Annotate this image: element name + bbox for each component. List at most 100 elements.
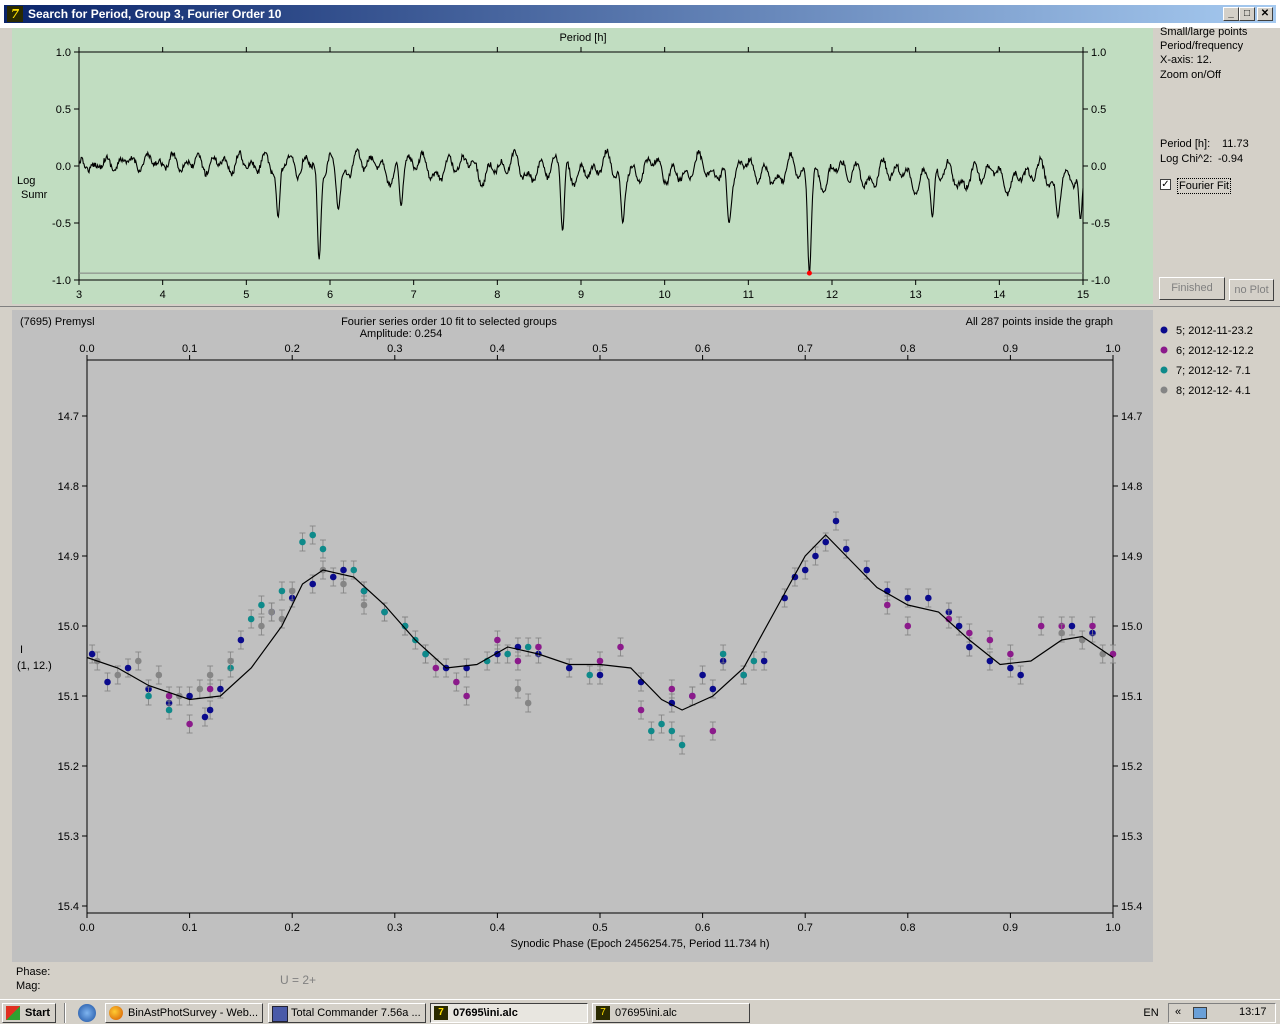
data-point: [586, 671, 594, 679]
object-label: (7695) Premysl: [20, 316, 95, 328]
data-point: [904, 594, 912, 602]
window-title: Search for Period, Group 3, Fourier Orde…: [28, 7, 282, 21]
y-tick-label-right: 14.9: [1121, 551, 1142, 563]
data-point: [812, 552, 819, 560]
data-point: [381, 608, 388, 616]
data-point: [340, 580, 347, 588]
data-point: [760, 657, 768, 665]
x-tick-label: 11: [743, 289, 754, 301]
data-point: [1007, 664, 1014, 672]
x-tick-label: 9: [578, 289, 584, 301]
maximize-button[interactable]: □: [1239, 7, 1255, 21]
task-total-commander[interactable]: Total Commander 7.56a ...: [268, 1003, 426, 1023]
x-tick-label: 0.9: [1003, 922, 1018, 934]
data-point: [524, 699, 532, 707]
data-point: [114, 671, 122, 679]
y-tick-label-right: -0.5: [1091, 218, 1110, 230]
app-icon[interactable]: 7: [7, 6, 23, 22]
data-point: [319, 545, 327, 553]
x-tick-label: 4: [160, 289, 166, 301]
data-point: [104, 678, 111, 686]
menu-period-frequency[interactable]: Period/frequency: [1160, 39, 1243, 53]
x-tick-label: 6: [327, 289, 333, 301]
close-button[interactable]: ✕: [1257, 7, 1273, 21]
x-tick-label-top: 0.0: [79, 343, 94, 355]
periodogram-ylabel-line2: Sumr: [21, 189, 48, 201]
data-point: [966, 629, 973, 637]
x-tick-label-top: 0.7: [798, 343, 813, 355]
x-tick-label-top: 0.5: [592, 343, 607, 355]
data-point: [432, 664, 440, 672]
data-point: [268, 608, 275, 616]
menu-zoom[interactable]: Zoom on/Off: [1160, 68, 1221, 82]
y-tick-label: -1.0: [52, 275, 71, 287]
data-point: [740, 671, 747, 679]
clock[interactable]: 13:17: [1239, 1006, 1267, 1018]
fourier-fit-label[interactable]: Fourier Fit: [1177, 178, 1232, 194]
taskbar-divider: [64, 1003, 66, 1023]
x-tick-label-top: 0.1: [182, 343, 197, 355]
taskbar: Start BinAstPhotSurvey - Web... Total Co…: [0, 999, 1280, 1024]
mag-label: Mag:: [16, 980, 41, 992]
task-ini-alc[interactable]: 7 07695\ini.alc: [592, 1003, 750, 1023]
finished-button[interactable]: Finished: [1159, 277, 1225, 300]
menu-small-large-points[interactable]: Small/large points: [1160, 25, 1247, 39]
data-point: [1058, 629, 1065, 637]
menu-x-axis[interactable]: X-axis: 12.: [1160, 53, 1212, 67]
y-tick-label: 1.0: [56, 47, 71, 59]
x-tick-label: 0.6: [695, 922, 710, 934]
lightcurve-chart[interactable]: 0.0 0.0 0.1 0.1 0.2 0.2 0.3 0.3 0.4 0.4 0.5 0.5 0.6 0…: [0, 310, 1280, 970]
task-ini-alc-active[interactable]: 7 07695\ini.alc: [430, 1003, 588, 1023]
quicklaunch-ie-icon[interactable]: [78, 1004, 96, 1022]
legend-marker: [1160, 386, 1168, 394]
lightcurve-ylabel: I: [20, 644, 23, 656]
show-hidden-icons-icon[interactable]: «: [1175, 1006, 1181, 1018]
y-tick-label-right: 1.0: [1091, 47, 1106, 59]
minimize-button[interactable]: _: [1223, 7, 1239, 21]
data-point: [514, 685, 522, 693]
x-tick-label: 0.8: [900, 922, 915, 934]
lightcurve-xlabel: Synodic Phase (Epoch 2456254.75, Period …: [510, 938, 769, 950]
y-tick-label: 15.1: [58, 691, 79, 703]
x-tick-label: 5: [243, 289, 249, 301]
data-point: [145, 692, 152, 700]
task-label: 07695\ini.alc: [615, 1007, 677, 1019]
data-point: [463, 692, 470, 700]
data-point: [360, 601, 368, 609]
x-tick-label: 0.5: [592, 922, 607, 934]
data-point: [617, 643, 624, 651]
data-point: [124, 664, 132, 672]
x-tick-label: 10: [659, 289, 671, 301]
legend-label: 8; 2012-12- 4.1: [1176, 385, 1251, 397]
data-point: [258, 622, 265, 630]
data-point: [925, 594, 932, 602]
language-indicator[interactable]: EN: [1138, 1003, 1164, 1023]
phase-label: Phase:: [16, 966, 51, 978]
x-tick-label: 14: [993, 289, 1005, 301]
legend-marker: [1160, 366, 1168, 374]
data-point: [668, 727, 676, 735]
data-point: [206, 685, 214, 693]
no-plot-button[interactable]: no Plot: [1229, 279, 1274, 301]
x-tick-label: 7: [411, 289, 417, 301]
task-firefox[interactable]: BinAstPhotSurvey - Web...: [105, 1003, 263, 1023]
lightcurve-title: Fourier series order 10 fit to selected …: [341, 316, 557, 328]
y-tick-label-right: 15.0: [1121, 621, 1142, 633]
periodogram-chart[interactable]: 3 4 5 6 7 8 9 10 11 12 13 14 15 1.0 1.0 0.5 0.5 0.0 0.0 -0.…: [0, 28, 1153, 306]
y-tick-label: 0.5: [56, 104, 71, 116]
y-tick-label-right: 0.0: [1091, 161, 1106, 173]
data-point: [719, 650, 727, 658]
y-tick-label-right: 15.1: [1121, 691, 1142, 703]
network-icon[interactable]: [1193, 1007, 1207, 1019]
window-titlebar: 7 Search for Period, Group 3, Fourier Or…: [0, 0, 1280, 28]
data-point: [186, 720, 193, 728]
start-button[interactable]: Start: [2, 1003, 56, 1023]
y-tick-label-right: -1.0: [1091, 275, 1110, 287]
data-point: [637, 678, 645, 686]
data-point: [309, 531, 317, 539]
data-point: [596, 671, 604, 679]
data-point: [494, 636, 501, 644]
fourier-fit-checkbox[interactable]: ✓: [1160, 179, 1171, 190]
u-label: U = 2+: [280, 973, 317, 987]
data-point: [258, 601, 265, 609]
